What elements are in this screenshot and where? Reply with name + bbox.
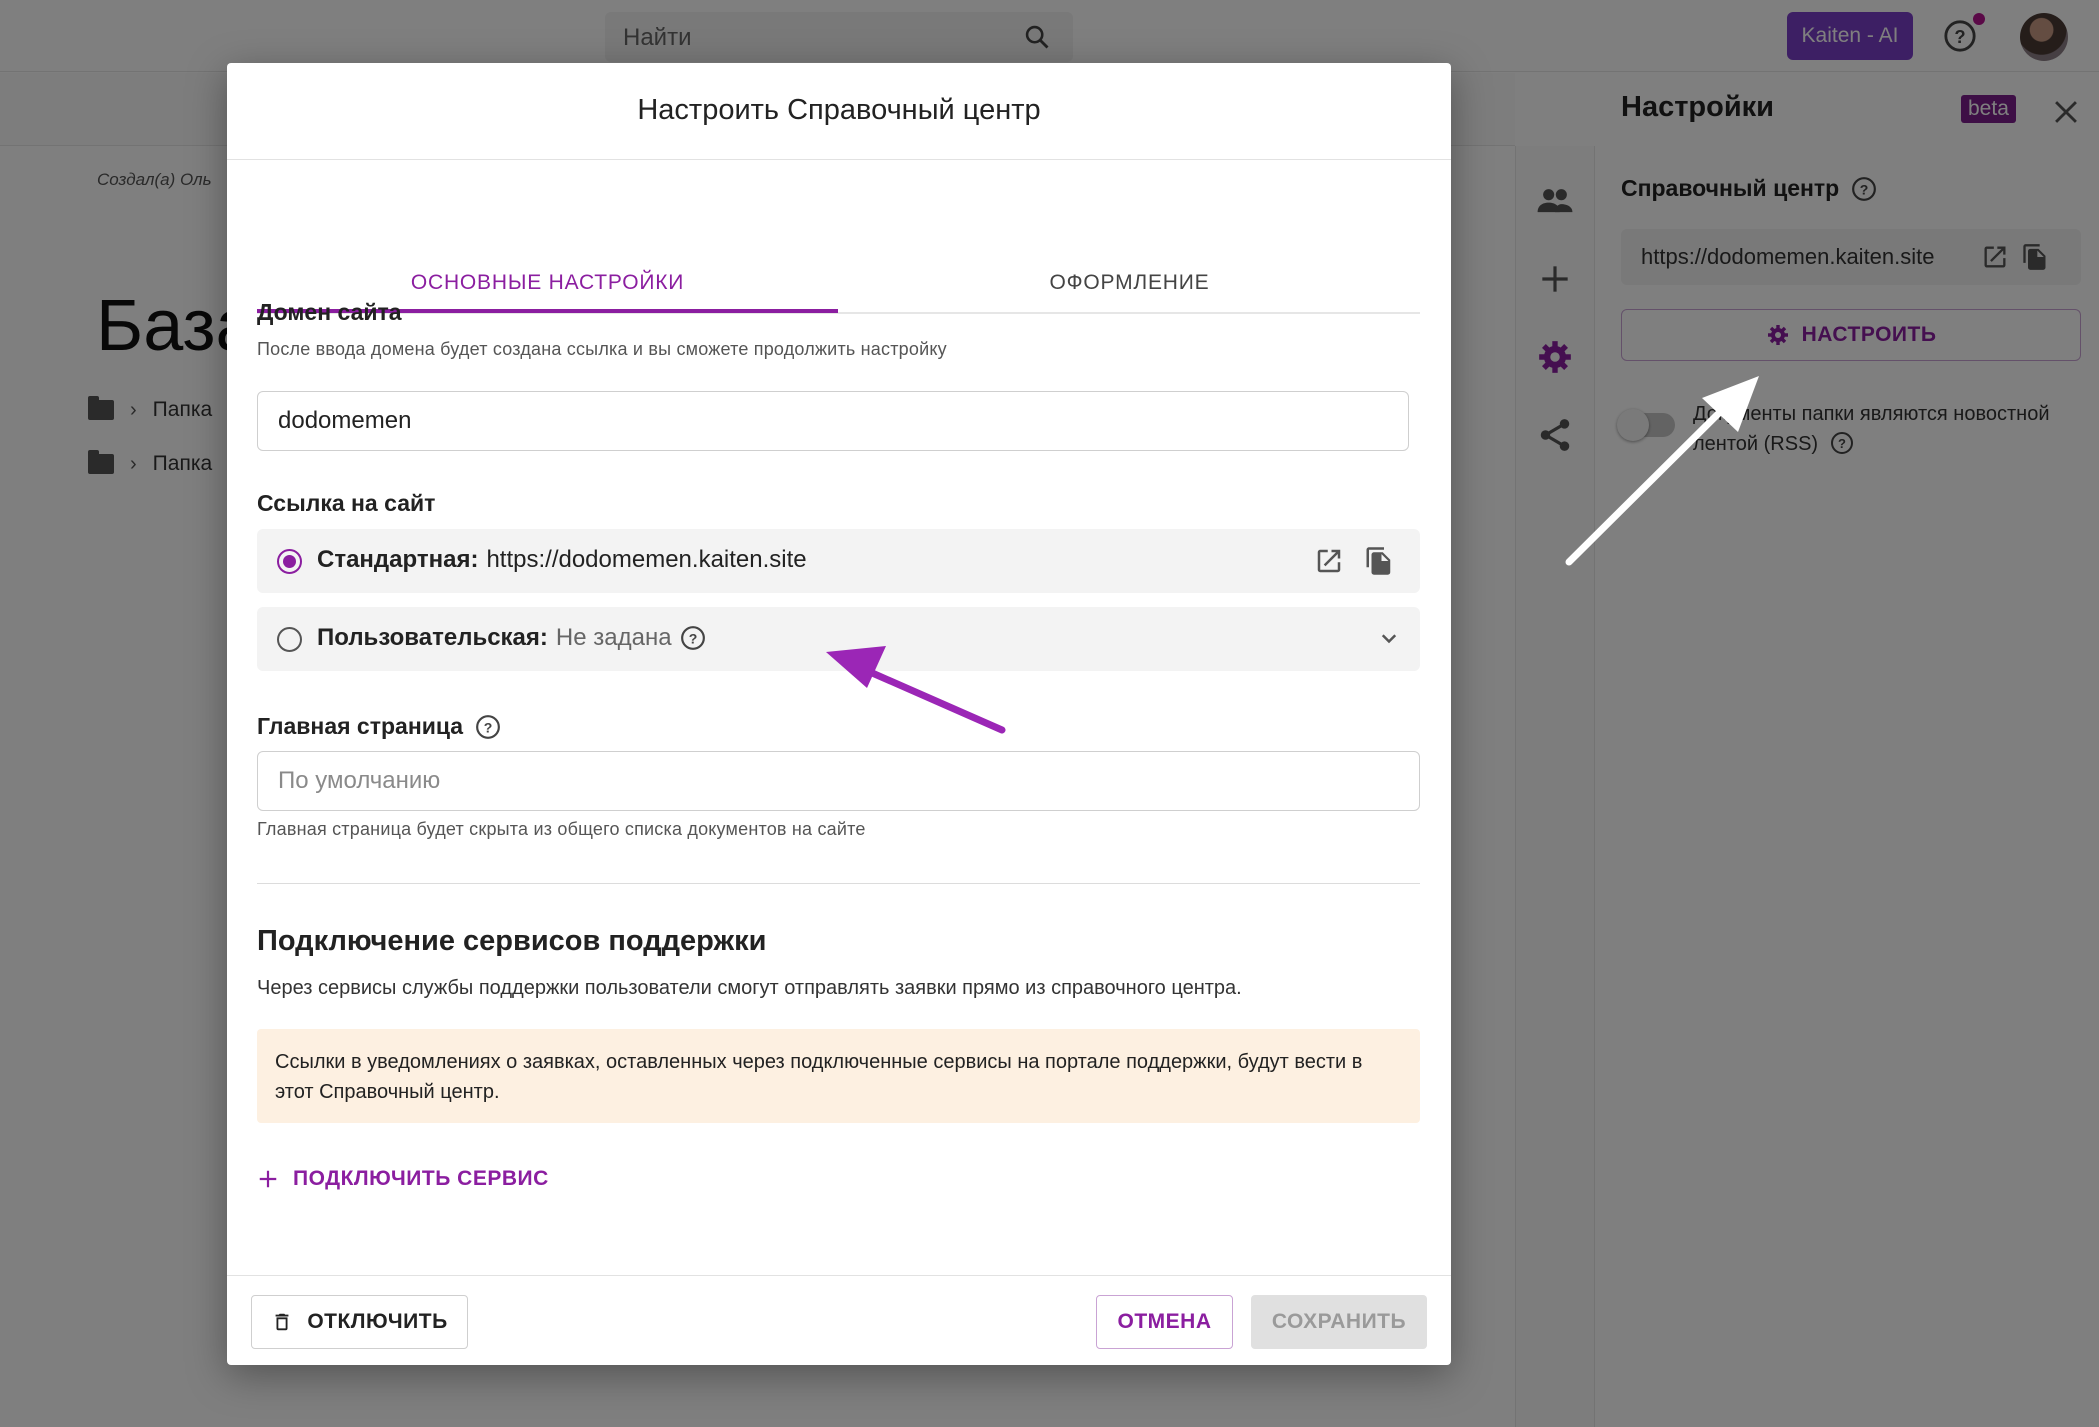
divider [257,883,1420,884]
copy-icon[interactable] [1364,546,1394,576]
custom-link-label: Пользовательская: [317,624,548,651]
standard-link-text: Стандартная: https://dodomemen.kaiten.si… [317,546,807,574]
save-button[interactable]: СОХРАНИТЬ [1251,1295,1427,1349]
connect-service-label: ПОДКЛЮЧИТЬ СЕРВИС [293,1167,549,1190]
custom-link-option[interactable]: Пользовательская: Не задана ? [257,607,1420,671]
home-page-placeholder[interactable]: По умолчанию [278,767,440,795]
home-page-hint: Главная страница будет скрыта из общего … [257,819,866,839]
svg-text:?: ? [484,719,493,735]
help-center-settings-modal: Настроить Справочный центр ОСНОВНЫЕ НАСТ… [227,63,1451,1365]
support-section-description: Через сервисы службы поддержки пользоват… [257,977,1242,999]
site-link-label: Ссылка на сайт [257,490,436,516]
standard-link-label: Стандартная: [317,546,479,573]
modal-footer: ОТКЛЮЧИТЬ ОТМЕНА СОХРАНИТЬ [227,1275,1451,1365]
support-notice-text: Ссылки в уведомлениях о заявках, оставле… [275,1051,1363,1103]
home-page-label: Главная страница ? [257,713,501,740]
domain-field[interactable]: dodomemen [257,391,1409,451]
svg-text:?: ? [688,630,697,646]
modal-header: Настроить Справочный центр [227,63,1451,160]
standard-link-radio[interactable] [277,549,302,574]
tab-design[interactable]: ОФОРМЛЕНИЕ [839,271,1420,295]
radio-dot [283,555,296,568]
plus-icon [259,1170,277,1188]
standard-link-option[interactable]: Стандартная: https://dodomemen.kaiten.si… [257,529,1420,593]
home-page-field[interactable]: По умолчанию [257,751,1420,811]
support-notice: Ссылки в уведомлениях о заявках, оставле… [257,1029,1420,1123]
standard-link-url: https://dodomemen.kaiten.site [486,546,807,573]
domain-input-value[interactable]: dodomemen [278,407,411,435]
home-page-label-text: Главная страница [257,713,464,739]
modal-title: Настроить Справочный центр [637,94,1041,126]
chevron-down-icon[interactable] [1374,624,1404,654]
tab-main-settings[interactable]: ОСНОВНЫЕ НАСТРОЙКИ [257,271,838,295]
cancel-button[interactable]: ОТМЕНА [1096,1295,1233,1349]
external-link-icon[interactable] [1314,546,1344,576]
disable-button[interactable]: ОТКЛЮЧИТЬ [251,1295,468,1349]
custom-link-radio[interactable] [277,627,302,652]
domain-label: Домен сайта [257,299,402,325]
connect-service-button[interactable]: ПОДКЛЮЧИТЬ СЕРВИС [257,1167,549,1191]
custom-link-text: Пользовательская: Не задана ? [317,624,706,652]
support-section-title: Подключение сервисов поддержки [257,925,767,957]
trash-icon [275,1313,289,1331]
domain-hint: После ввода домена будет создана ссылка … [257,339,947,359]
custom-link-value: Не задана [555,624,672,651]
help-icon[interactable]: ? [475,714,501,740]
tab-bar: ОСНОВНЫЕ НАСТРОЙКИ ОФОРМЛЕНИЕ [257,191,1420,314]
help-icon[interactable]: ? [680,625,706,651]
disable-label: ОТКЛЮЧИТЬ [307,1310,448,1333]
